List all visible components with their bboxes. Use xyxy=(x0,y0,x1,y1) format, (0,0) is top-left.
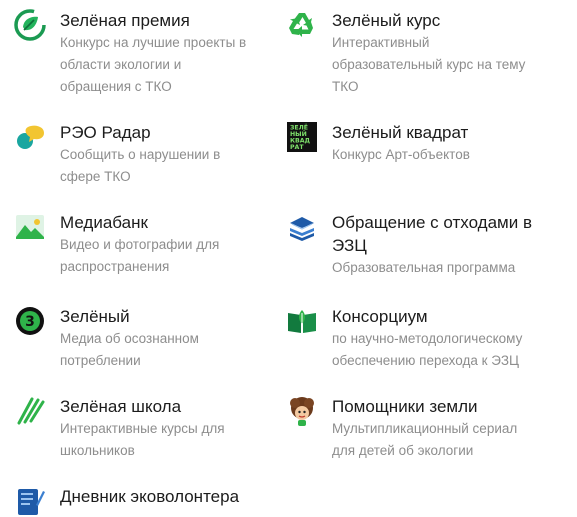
item-title: Обращение с отходами в xyxy=(332,213,532,232)
item-title: Медиабанк xyxy=(60,213,148,232)
item-desc-line: распространения xyxy=(60,259,170,274)
item-desc-line: обеспечению перехода к ЭЗЦ xyxy=(332,353,519,368)
item-desc-line: по научно-методологическому xyxy=(332,331,523,346)
icon-text-line: РАТ xyxy=(290,144,304,151)
icon-text: 3 xyxy=(25,314,35,330)
item-desc-line: Интерактивные курсы для xyxy=(60,421,225,436)
item-desc-line: потреблении xyxy=(60,353,141,368)
item-desc-line: Медиа об осознанном xyxy=(60,331,199,346)
item-title: Зелёный квадрат xyxy=(332,123,469,142)
item-desc-line: Мультипликационный сериал xyxy=(332,421,518,436)
item-desc-line: Интерактивный xyxy=(332,35,430,50)
green-prize-leaf-icon xyxy=(14,9,46,41)
media-3-icon: 3 xyxy=(14,305,46,337)
item-title: Зелёная премия xyxy=(60,11,190,30)
item-title: ЭЗЦ xyxy=(332,236,367,255)
item-desc-line: ТКО xyxy=(332,79,359,94)
image-icon xyxy=(14,211,46,243)
cartoon-character-icon xyxy=(286,395,318,427)
item-title: Зелёная школа xyxy=(60,397,182,416)
item-title: Помощники земли xyxy=(332,397,478,416)
book-stack-icon xyxy=(286,211,318,243)
pencils-icon xyxy=(14,395,46,427)
item-desc-line: обращения с ТКО xyxy=(60,79,172,94)
item-desc-line: образовательный курс на тему xyxy=(332,57,526,72)
item-desc-line: сфере ТКО xyxy=(60,169,131,184)
item-title: Дневник эковолонтера xyxy=(60,487,240,506)
item-desc-line: Образовательная программа xyxy=(332,260,516,275)
item-title: Зелёный курс xyxy=(332,11,441,30)
item-desc-line: для детей об экологии xyxy=(332,443,474,458)
item-title: Зелёный xyxy=(60,307,130,326)
item-title: Консорциум xyxy=(332,307,428,326)
item-desc-line: области экологии и xyxy=(60,57,182,72)
item-desc-line: школьников xyxy=(60,443,135,458)
recycle-icon xyxy=(286,9,318,41)
item-desc-line: Видео и фотографии для xyxy=(60,237,220,252)
radar-bubble-icon xyxy=(14,121,46,153)
item-desc-line: Конкурс на лучшие проекты в xyxy=(60,35,247,50)
green-square-logo-icon: ЗЕЛЁ НЫЙ КВАД РАТ xyxy=(286,121,318,153)
item-desc-line: Конкурс Арт-объектов xyxy=(332,147,470,162)
diary-icon xyxy=(14,485,46,517)
open-book-icon xyxy=(286,305,318,337)
item-desc-line: Сообщить о нарушении в xyxy=(60,147,221,162)
item-title: РЭО Радар xyxy=(60,123,151,142)
